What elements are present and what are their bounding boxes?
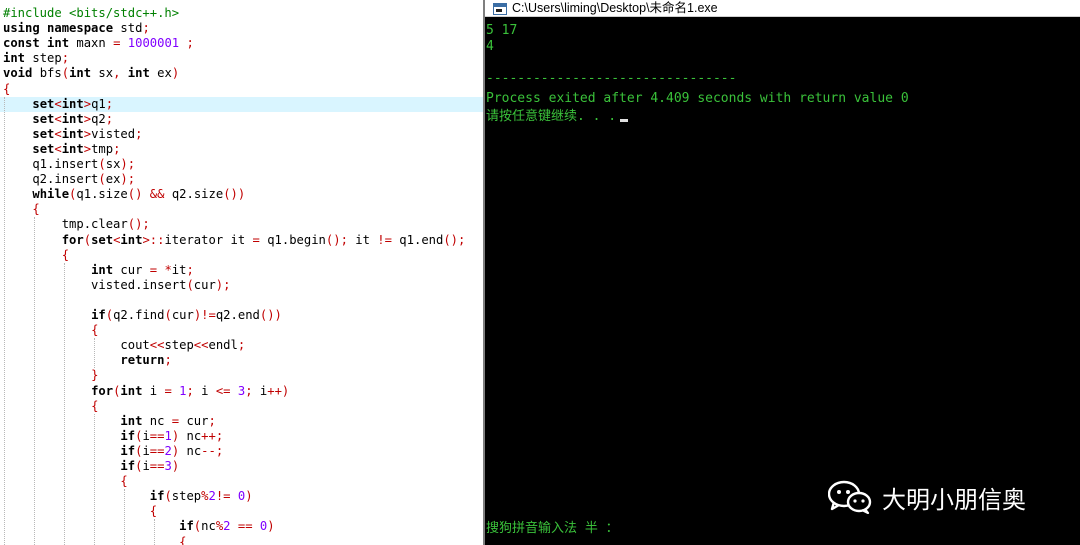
code-line[interactable]: if(nc%2 == 0) — [0, 519, 483, 534]
code-line[interactable]: set<int>q1; — [0, 96, 483, 112]
code-line[interactable]: { — [0, 504, 483, 519]
code-line[interactable]: for(set<int>::iterator it = q1.begin(); … — [0, 233, 483, 248]
code-line[interactable]: if(step%2!= 0) — [0, 489, 483, 504]
console-window[interactable]: C:\Users\liming\Desktop\未命名1.exe 5 17 4 … — [483, 0, 1080, 545]
indent-guide — [94, 413, 95, 545]
code-line[interactable]: if(q2.find(cur)!=q2.end()) — [0, 308, 483, 323]
console-prompt: 请按任意键继续. . . — [486, 109, 629, 125]
code-line[interactable]: tmp.clear(); — [0, 217, 483, 232]
code-line[interactable]: visted.insert(cur); — [0, 278, 483, 293]
console-cursor — [620, 119, 629, 122]
code-line[interactable]: int step; — [0, 51, 483, 66]
code-line[interactable]: { — [0, 535, 483, 545]
console-separator: -------------------------------- — [486, 71, 737, 86]
code-line[interactable]: return; — [0, 353, 483, 368]
console-output-line: 4 — [486, 39, 494, 54]
console-title: C:\Users\liming\Desktop\未命名1.exe — [512, 1, 718, 15]
watermark: 大明小朋信奥 — [827, 477, 1026, 517]
code-line[interactable]: #include <bits/stdc++.h> — [0, 6, 483, 21]
watermark-text: 大明小朋信奥 — [882, 485, 1026, 514]
indent-guide — [154, 519, 155, 545]
code-line[interactable]: set<int>visted; — [0, 127, 483, 142]
indent-guide — [34, 217, 35, 545]
code-line[interactable]: { — [0, 248, 483, 263]
code-line[interactable]: { — [0, 399, 483, 414]
code-line[interactable]: using namespace std; — [0, 21, 483, 36]
console-output-line: 5 17 — [486, 23, 518, 38]
indent-guide — [94, 338, 95, 369]
code-line[interactable] — [0, 293, 483, 308]
code-line[interactable]: for(int i = 1; i <= 3; i++) — [0, 384, 483, 399]
code-line[interactable]: { — [0, 82, 483, 97]
code-editor[interactable]: #include <bits/stdc++.h> using namespace … — [0, 0, 483, 545]
console-app-icon — [493, 3, 507, 15]
code-line[interactable]: { — [0, 323, 483, 338]
wechat-icon — [827, 480, 872, 515]
code-line[interactable]: void bfs(int sx, int ex) — [0, 66, 483, 81]
indent-guide — [4, 96, 5, 545]
code-line[interactable]: const int maxn = 1000001 ; — [0, 36, 483, 51]
code-line[interactable]: int nc = cur; — [0, 414, 483, 429]
code-line[interactable]: q1.insert(sx); — [0, 157, 483, 172]
code-line[interactable]: set<int>tmp; — [0, 142, 483, 157]
console-titlebar[interactable]: C:\Users\liming\Desktop\未命名1.exe — [485, 0, 1080, 17]
code-line[interactable]: { — [0, 202, 483, 217]
code-line[interactable]: while(q1.size() && q2.size()) — [0, 187, 483, 202]
code-line[interactable]: { — [0, 474, 483, 489]
code-line[interactable]: cout<<step<<endl; — [0, 338, 483, 353]
code-line[interactable]: if(i==3) — [0, 459, 483, 474]
code-line[interactable]: if(i==1) nc++; — [0, 429, 483, 444]
console-prompt-text: 请按任意键继续. . . — [486, 109, 617, 124]
console-exit-message: Process exited after 4.409 seconds with … — [486, 91, 909, 106]
code-line[interactable]: if(i==2) nc--; — [0, 444, 483, 459]
code-line[interactable]: set<int>q2; — [0, 112, 483, 127]
ime-status: 搜狗拼音输入法 半 ： — [486, 521, 619, 536]
code-line[interactable]: } — [0, 368, 483, 383]
indent-guide — [124, 489, 125, 545]
code-line[interactable]: int cur = *it; — [0, 263, 483, 278]
code-line[interactable]: q2.insert(ex); — [0, 172, 483, 187]
indent-guide — [64, 262, 65, 545]
